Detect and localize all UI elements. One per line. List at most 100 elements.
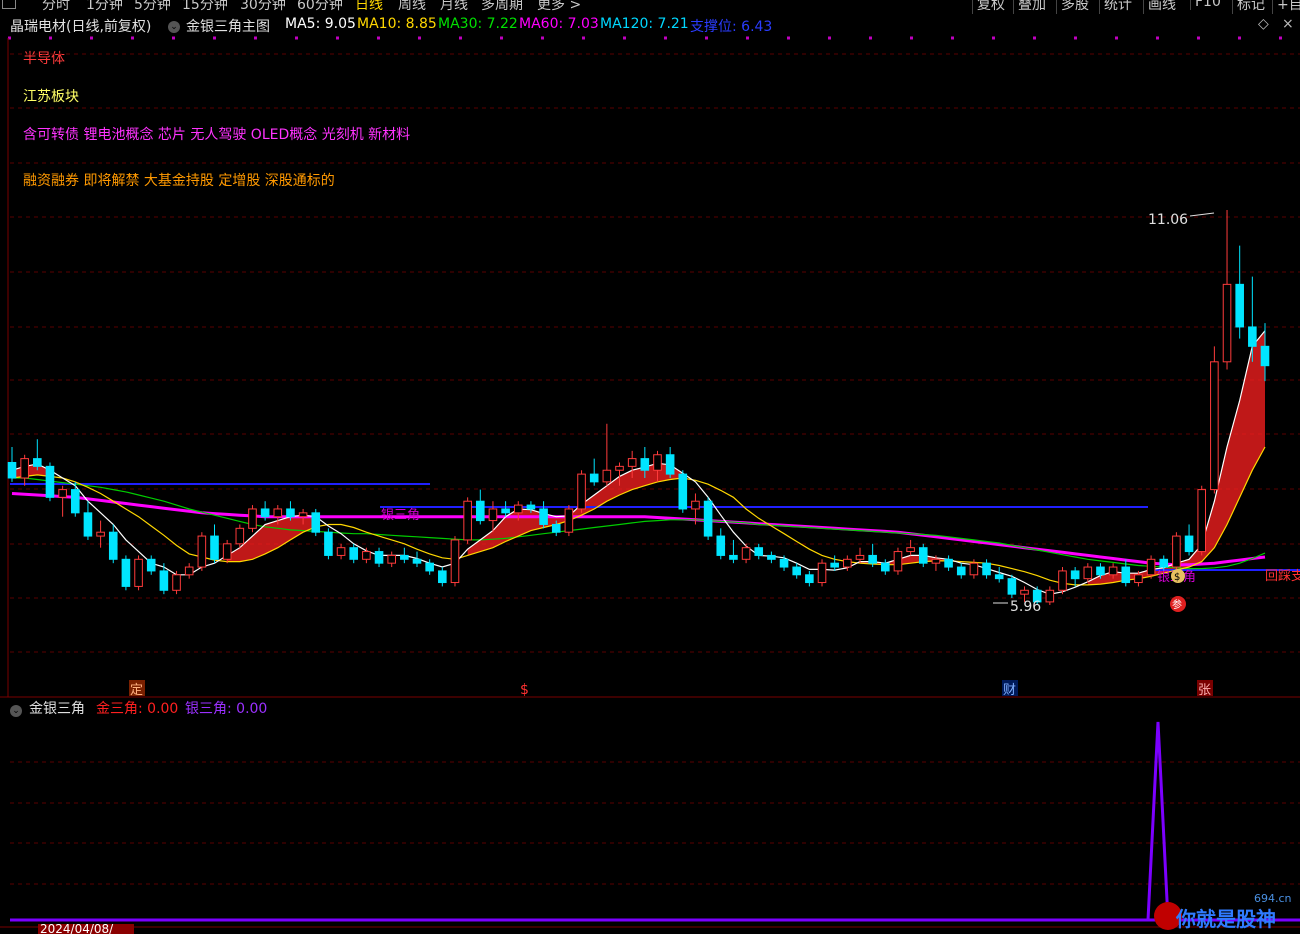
kline-chart[interactable]: 11.06 5.96 银三角 银三角 回踩支 $ 参 定 $ 财 张 (0, 0, 1300, 934)
candle-7 (96, 520, 105, 548)
candle-57 (729, 539, 738, 564)
candle-body (488, 508, 498, 522)
candle-75 (956, 563, 966, 579)
candle-body (969, 562, 979, 576)
candle-12 (159, 563, 169, 595)
candle-body (184, 566, 194, 576)
silver-triangle-value: 银三角: 0.00 (185, 701, 268, 717)
candle-body (400, 554, 409, 560)
candle-body (539, 508, 548, 525)
candle-60 (767, 551, 776, 564)
candle-78 (994, 567, 1004, 583)
candle-body (235, 527, 245, 545)
candle-64 (817, 559, 827, 587)
candle-11 (146, 555, 156, 575)
low-price-label: 5.96 (1010, 599, 1041, 615)
candle-body (956, 566, 966, 576)
silver-triangle-label-1: 银三角 (381, 508, 420, 523)
candle-body (425, 562, 434, 572)
candle-body (501, 508, 510, 514)
candle-90 (1146, 555, 1156, 579)
candle-body (108, 531, 118, 560)
candle-8 (108, 524, 118, 564)
candle-body (1083, 566, 1093, 580)
candle-body (96, 531, 105, 537)
candle-1 (20, 454, 29, 486)
candle-body (121, 558, 131, 587)
candle-4 (58, 485, 67, 517)
candle-body (589, 473, 599, 483)
candle-16 (210, 524, 219, 564)
candle-92 (1172, 532, 1181, 571)
candle-body (868, 554, 877, 564)
candle-58 (741, 543, 751, 564)
candle-body (463, 500, 472, 541)
watermark-text: 你就是股神 (1175, 907, 1276, 931)
candle-19 (248, 505, 257, 533)
candle-97 (1235, 245, 1244, 339)
candle-body (779, 558, 789, 568)
candle-body (172, 574, 181, 591)
candle-body (134, 558, 143, 587)
candle-34 (438, 567, 447, 587)
candle-94 (1197, 485, 1207, 556)
candle-body (260, 508, 270, 518)
candle-body (741, 547, 751, 560)
candle-body (994, 574, 1004, 580)
participate-badge-text: 参 (1172, 598, 1182, 611)
candle-26 (336, 543, 346, 560)
candle-79 (1007, 574, 1017, 599)
candle-67 (855, 547, 865, 564)
candle-52 (665, 447, 675, 478)
candle-15 (197, 532, 207, 571)
candle-body (387, 554, 396, 564)
high-price-arrow (1189, 212, 1215, 217)
candle-55 (703, 497, 713, 540)
candle-6 (83, 501, 93, 540)
candle-body (1146, 558, 1156, 576)
candle-85 (1083, 563, 1093, 583)
high-price-label: 11.06 (1148, 212, 1188, 228)
candle-body (1096, 566, 1105, 576)
candle-body (45, 465, 55, 498)
candle-body (513, 504, 523, 514)
candle-body (1222, 283, 1232, 363)
candle-body (1248, 326, 1257, 347)
candle-body (210, 535, 219, 560)
candle-body (653, 454, 662, 471)
candle-body (1108, 566, 1118, 576)
candle-body (412, 558, 422, 564)
candle-body (349, 547, 359, 560)
candle-body (248, 508, 257, 529)
money-bag-symbol: $ (1174, 572, 1180, 583)
candle-36 (463, 497, 472, 544)
watermark: 694.cn 你就是股神 (1154, 892, 1292, 931)
candle-10 (134, 555, 143, 591)
candle-body (324, 531, 333, 556)
pullback-support-label: 回踩支 (1265, 569, 1300, 584)
candle-body (58, 489, 67, 498)
candle-body (918, 547, 928, 564)
candle-body (526, 504, 536, 510)
candle-body (1210, 361, 1219, 491)
chevron-down-icon[interactable]: ⌄ (10, 701, 22, 717)
candle-body (1159, 558, 1169, 568)
date-cursor-label: 2024/04/08/ (38, 924, 134, 934)
candle-63 (805, 570, 814, 587)
candle-body (146, 558, 156, 572)
candle-24 (311, 508, 321, 537)
candle-56 (716, 528, 726, 560)
candle-93 (1184, 524, 1194, 556)
candle-31 (400, 547, 409, 564)
candle-body (362, 551, 371, 560)
candle-body (564, 508, 574, 533)
candle-body (1260, 345, 1270, 367)
candlesticks (7, 210, 1270, 605)
subchart-grid (10, 761, 1300, 885)
candle-body (703, 500, 713, 537)
candle-body (1134, 574, 1143, 584)
candle-body (855, 554, 865, 560)
candle-body (1070, 570, 1080, 580)
sub-indicator-name[interactable]: 金银三角 (29, 698, 85, 718)
candle-body (1235, 283, 1244, 328)
